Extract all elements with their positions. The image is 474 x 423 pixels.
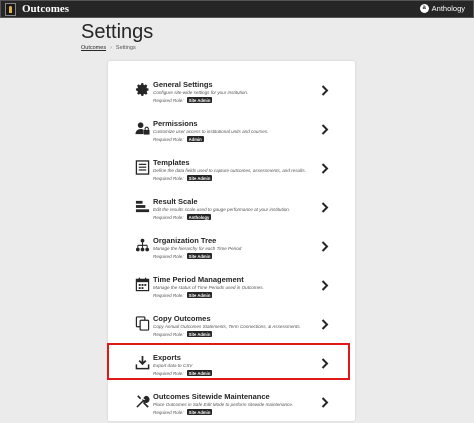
page-title: Settings bbox=[81, 21, 154, 43]
required-role-label: Required Role: bbox=[153, 97, 184, 103]
required-role-label: Required Role: bbox=[153, 292, 184, 298]
settings-item-description: Configure site-wide settings for your in… bbox=[153, 90, 249, 95]
chevron-right-icon bbox=[321, 397, 329, 408]
settings-item-description: Place Outcomes in Safe Edit Mode to perf… bbox=[153, 402, 294, 407]
role-badge: Site Admin bbox=[186, 331, 213, 337]
calendar-icon bbox=[135, 277, 150, 292]
settings-item-permissions[interactable]: Permissions Customize user access to ins… bbox=[108, 110, 355, 149]
settings-item-organization-tree[interactable]: Organization Tree Manage the hierarchy f… bbox=[108, 227, 355, 266]
settings-item-description: Manage the hierarchy for each Time Perio… bbox=[153, 246, 242, 251]
required-role-label: Required Role: bbox=[153, 409, 184, 415]
chevron-right-icon bbox=[321, 163, 329, 174]
user-lock-icon bbox=[135, 121, 150, 136]
settings-item-title: Permissions bbox=[153, 119, 198, 128]
settings-item-title: Templates bbox=[153, 158, 190, 167]
role-badge: Site Admin bbox=[186, 97, 213, 103]
outcomes-logo-icon[interactable] bbox=[5, 3, 16, 16]
role-badge: Site Admin bbox=[186, 292, 213, 298]
settings-item-description: Define the data fields used to capture o… bbox=[153, 168, 306, 173]
settings-item-title: Time Period Management bbox=[153, 275, 244, 284]
top-bar: Outcomes a Anthology bbox=[0, 0, 474, 18]
breadcrumb-separator: › bbox=[110, 45, 112, 51]
chevron-right-icon bbox=[321, 202, 329, 213]
required-role-label: Required Role: bbox=[153, 253, 184, 259]
role-badge: Admin bbox=[186, 136, 204, 142]
settings-item-templates[interactable]: Templates Define the data fields used to… bbox=[108, 149, 355, 188]
exports-highlight-box bbox=[107, 343, 350, 380]
chevron-right-icon bbox=[321, 319, 329, 330]
org-tree-icon bbox=[135, 238, 150, 253]
brand: a Anthology bbox=[419, 4, 465, 13]
required-role-label: Required Role: bbox=[153, 136, 184, 142]
required-role: Required Role: Site Admin bbox=[153, 331, 213, 337]
breadcrumb-outcomes-link[interactable]: Outcomes bbox=[81, 45, 106, 51]
app-title[interactable]: Outcomes bbox=[22, 3, 69, 15]
settings-item-description: Manage the status of Time Periods used i… bbox=[153, 285, 264, 290]
settings-item-copy-outcomes[interactable]: Copy Outcomes Copy Annual Outcomes State… bbox=[108, 305, 355, 344]
settings-item-result-scale[interactable]: Result Scale Edit the results scale used… bbox=[108, 188, 355, 227]
settings-item-general-settings[interactable]: General Settings Configure site-wide set… bbox=[108, 71, 355, 110]
settings-item-description: Copy Annual Outcomes Statements, Term Co… bbox=[153, 324, 301, 329]
settings-item-outcomes-sitewide-maintenance[interactable]: Outcomes Sitewide Maintenance Place Outc… bbox=[108, 383, 355, 421]
chevron-right-icon bbox=[321, 241, 329, 252]
required-role: Required Role: Site Admin bbox=[153, 253, 213, 259]
chevron-right-icon bbox=[321, 280, 329, 291]
role-badge: Site Admin bbox=[186, 409, 213, 415]
settings-item-title: General Settings bbox=[153, 80, 213, 89]
role-badge: Anthology bbox=[186, 214, 212, 220]
settings-item-title: Outcomes Sitewide Maintenance bbox=[153, 392, 270, 401]
settings-item-title: Copy Outcomes bbox=[153, 314, 211, 323]
chevron-right-icon bbox=[321, 85, 329, 96]
copy-icon bbox=[135, 316, 150, 331]
required-role: Required Role: Anthology bbox=[153, 214, 212, 220]
tools-icon bbox=[135, 394, 150, 409]
required-role-label: Required Role: bbox=[153, 175, 184, 181]
role-badge: Site Admin bbox=[186, 253, 213, 259]
chevron-right-icon bbox=[321, 124, 329, 135]
required-role: Required Role: Site Admin bbox=[153, 175, 213, 181]
anthology-logo-icon: a bbox=[419, 4, 429, 13]
gear-icon bbox=[135, 82, 150, 97]
settings-item-description: Customize user access to institutional u… bbox=[153, 129, 269, 134]
brand-label: Anthology bbox=[431, 4, 465, 13]
breadcrumb-current: Settings bbox=[115, 45, 136, 51]
settings-item-title: Result Scale bbox=[153, 197, 198, 206]
settings-item-description: Edit the results scale used to gauge per… bbox=[153, 207, 291, 212]
settings-item-title: Organization Tree bbox=[153, 236, 217, 245]
required-role: Required Role: Site Admin bbox=[153, 409, 213, 415]
required-role-label: Required Role: bbox=[153, 214, 184, 220]
required-role: Required Role: Site Admin bbox=[153, 292, 213, 298]
settings-item-time-period-management[interactable]: Time Period Management Manage the status… bbox=[108, 266, 355, 305]
required-role: Required Role: Admin bbox=[153, 136, 204, 142]
role-badge: Site Admin bbox=[186, 175, 213, 181]
template-icon bbox=[135, 160, 150, 175]
breadcrumb: Outcomes › Settings bbox=[81, 45, 136, 51]
scale-bars-icon bbox=[135, 199, 150, 214]
required-role-label: Required Role: bbox=[153, 331, 184, 337]
required-role: Required Role: Site Admin bbox=[153, 97, 213, 103]
